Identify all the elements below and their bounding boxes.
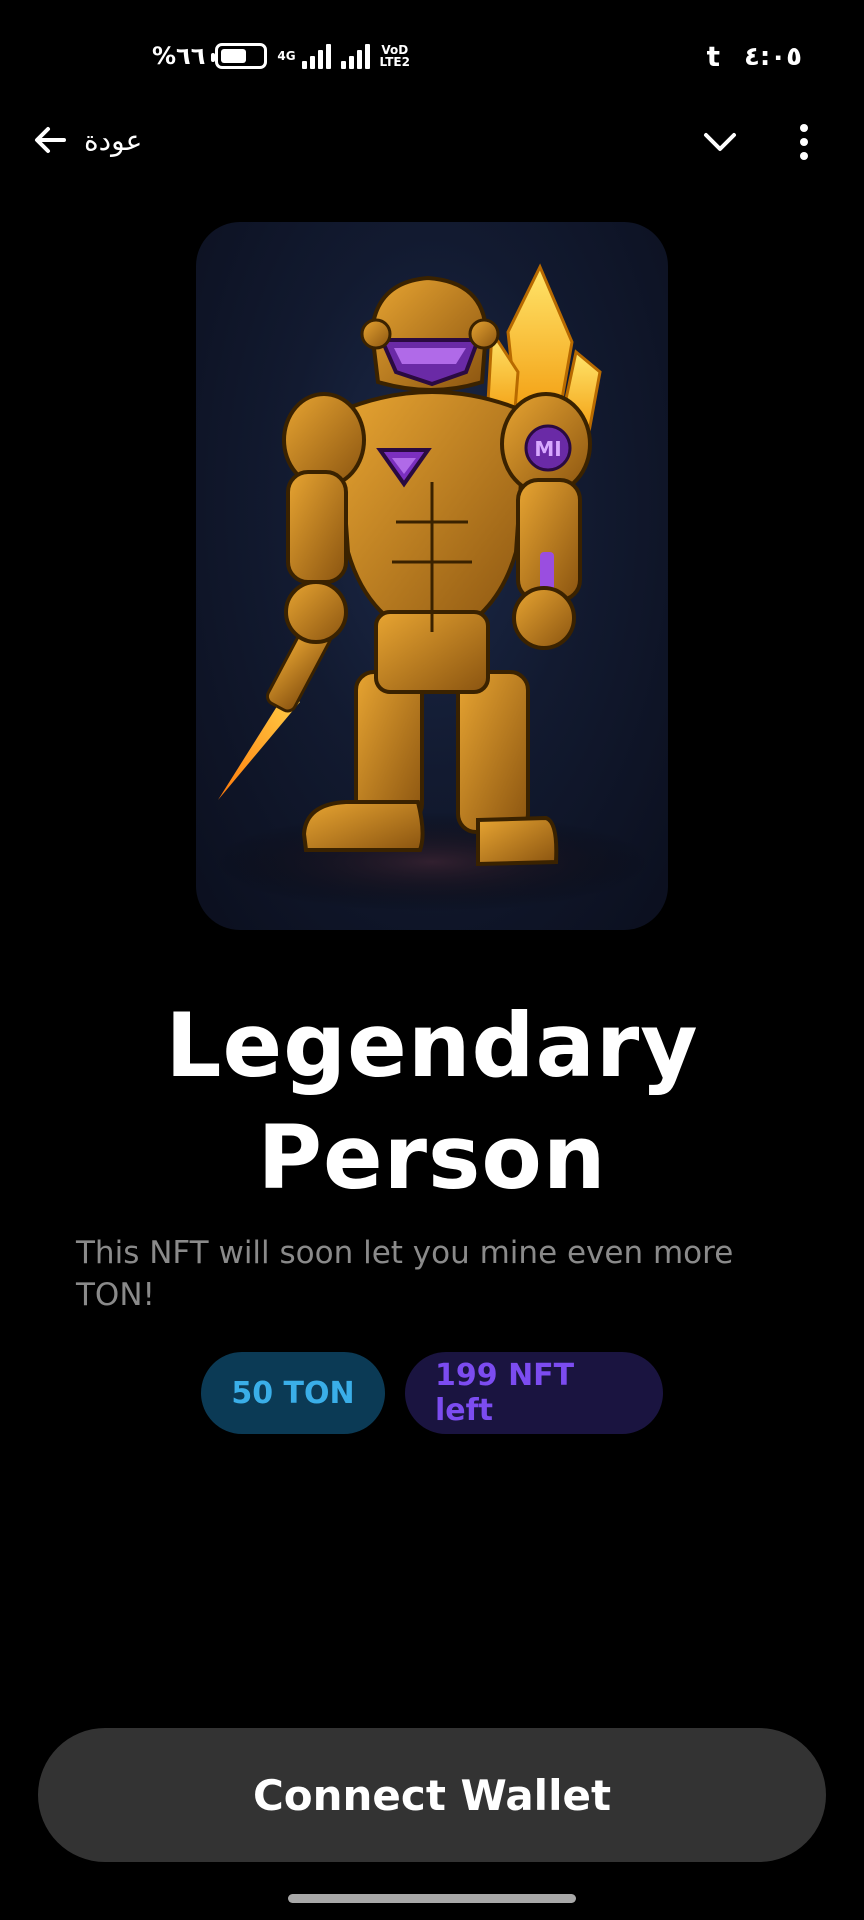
network-type-label: 4G (277, 49, 296, 63)
battery-icon (211, 43, 268, 69)
collapse-button[interactable] (700, 122, 740, 162)
nft-description: This NFT will soon let you mine even mor… (76, 1235, 734, 1313)
status-left-group: %٦٦ 4G VoD LTE2 (152, 42, 410, 70)
more-options-button[interactable] (784, 122, 824, 162)
more-vertical-icon (800, 124, 808, 160)
volte-icon: VoD LTE2 (379, 43, 410, 69)
status-clock: ٤:٠٥ (743, 41, 802, 72)
home-indicator[interactable] (288, 1894, 576, 1903)
supply-left-badge: 199 NFT left (405, 1352, 663, 1434)
status-bar: %٦٦ 4G VoD LTE2 t ٤:٠٥ (0, 0, 864, 110)
back-label: عودة (84, 123, 143, 157)
shoulder-emblem-text: MI (534, 437, 561, 461)
status-right-group: t ٤:٠٥ (707, 40, 802, 73)
signal-strength-icon-2 (340, 43, 370, 69)
tumblr-notification-icon: t (706, 40, 720, 73)
nft-title: Legendary Person (165, 994, 699, 1209)
arrow-left-icon (35, 127, 66, 153)
nft-armored-robot-image: MI (212, 263, 652, 912)
price-badge: 50 TON (201, 1352, 385, 1434)
chevron-down-icon (704, 133, 736, 151)
battery-percent: %٦٦ (152, 42, 206, 70)
nft-image-card: MI (196, 222, 668, 930)
nft-badges: 50 TON 199 NFT left (0, 1352, 864, 1434)
back-button[interactable]: عودة (30, 120, 142, 160)
top-nav-bar: عودة (0, 112, 864, 182)
signal-strength-icon (301, 43, 331, 69)
connect-wallet-button[interactable]: Connect Wallet (38, 1728, 826, 1862)
nft-detail-screen: %٦٦ 4G VoD LTE2 t ٤:٠٥ عودة MI Legendary… (0, 0, 864, 1920)
